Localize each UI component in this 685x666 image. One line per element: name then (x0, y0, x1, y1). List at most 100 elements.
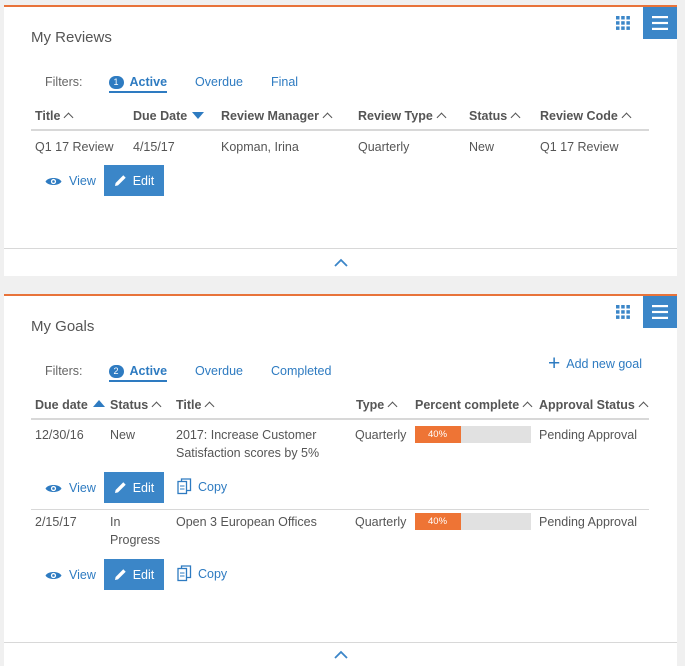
filter-overdue[interactable]: Overdue (195, 364, 243, 378)
progress-bar: 40% (415, 513, 531, 530)
goals-grid-button[interactable] (610, 297, 636, 327)
filters-label: Filters: (45, 364, 83, 378)
sort-asc-icon (151, 401, 162, 412)
row-divider (31, 509, 649, 510)
active-count-badge: 1 (108, 75, 124, 89)
goal-status: New (110, 428, 136, 442)
reviews-menu-button[interactable] (643, 7, 677, 39)
goals-panel: My Goals Filters: 2 Active Overdue Compl… (4, 294, 677, 666)
review-manager: Kopman, Irina (221, 140, 299, 154)
filter-active[interactable]: 1 Active (108, 75, 168, 93)
review-due-date: 4/15/17 (133, 140, 175, 154)
review-type: Quarterly (358, 140, 410, 154)
goal-type: Quarterly (355, 515, 407, 529)
menu-icon (652, 305, 668, 319)
reviews-grid-button[interactable] (610, 8, 636, 38)
col-review-code-label: Review Code (540, 109, 618, 123)
filters-label: Filters: (45, 75, 83, 89)
filter-active-label: Active (129, 75, 168, 89)
col-percent-complete[interactable]: Percent complete (415, 398, 533, 412)
pencil-icon (114, 569, 126, 580)
view-button[interactable]: View (45, 481, 96, 495)
sort-asc-icon (64, 112, 74, 123)
col-percent-complete-label: Percent complete (415, 398, 520, 412)
col-review-type-label: Review Type (358, 109, 433, 123)
edit-button[interactable]: Edit (104, 165, 164, 196)
eye-icon (45, 177, 62, 185)
edit-label: Edit (132, 480, 155, 495)
col-due-date[interactable]: Due date (35, 398, 105, 412)
grid-icon (616, 16, 630, 30)
sort-asc-icon (322, 112, 333, 123)
filter-overdue[interactable]: Overdue (195, 75, 243, 89)
goal-approval-status: Pending Approval (539, 428, 637, 442)
progress-bar: 40% (415, 426, 531, 443)
col-review-type[interactable]: Review Type (358, 109, 447, 123)
copy-icon (177, 565, 192, 582)
goals-panel-controls (610, 296, 677, 328)
col-status[interactable]: Status (469, 109, 521, 123)
plus-icon: + (547, 352, 561, 375)
col-title[interactable]: Title (35, 109, 74, 123)
goal-approval-status: Pending Approval (539, 515, 637, 529)
edit-label: Edit (132, 173, 155, 188)
goals-filters: Filters: 2 Active Overdue Completed (45, 360, 359, 382)
goal-title: 2017: Increase Customer Satisfaction sco… (176, 428, 320, 460)
copy-button[interactable]: Copy (177, 565, 227, 582)
edit-button[interactable]: Edit (104, 559, 164, 590)
add-new-goal-label: Add new goal (566, 357, 642, 371)
sort-asc-icon (638, 401, 649, 412)
col-review-manager[interactable]: Review Manager (221, 109, 333, 123)
col-title-label: Title (176, 398, 202, 412)
filter-active[interactable]: 2 Active (108, 364, 168, 382)
filter-completed[interactable]: Completed (271, 364, 331, 378)
review-code: Q1 17 Review (540, 140, 619, 154)
edit-label: Edit (132, 567, 155, 582)
goals-menu-button[interactable] (643, 296, 677, 328)
chevron-up-icon[interactable] (333, 257, 349, 269)
review-status: New (469, 140, 495, 154)
sort-asc-icon (621, 112, 632, 123)
col-review-code[interactable]: Review Code (540, 109, 632, 123)
progress-label: 40% (428, 429, 448, 440)
col-status[interactable]: Status (110, 398, 162, 412)
sort-asc-icon (205, 401, 215, 412)
col-approval-status[interactable]: Approval Status (539, 398, 649, 412)
pencil-icon (114, 175, 126, 186)
sort-asc-icon (387, 401, 398, 412)
col-type-label: Type (356, 398, 385, 412)
copy-button[interactable]: Copy (177, 478, 227, 495)
col-type[interactable]: Type (356, 398, 398, 412)
menu-icon (652, 16, 668, 30)
view-button[interactable]: View (45, 174, 96, 188)
col-due-date-label: Due date (35, 398, 88, 412)
active-count-badge: 2 (108, 364, 124, 378)
filter-final[interactable]: Final (271, 75, 298, 89)
progress-label: 40% (428, 516, 448, 527)
col-due-date[interactable]: Due Date (133, 109, 205, 123)
copy-label: Copy (198, 479, 228, 494)
reviews-panel-title: My Reviews (31, 29, 112, 46)
sort-asc-icon (436, 112, 447, 123)
add-new-goal-button[interactable]: + Add new goal (547, 352, 642, 375)
edit-button[interactable]: Edit (104, 472, 164, 503)
col-status-label: Status (110, 398, 149, 412)
col-due-date-label: Due Date (133, 109, 188, 123)
chevron-up-icon[interactable] (333, 649, 349, 661)
view-button[interactable]: View (45, 568, 96, 582)
col-title[interactable]: Title (176, 398, 215, 412)
grid-icon (616, 305, 630, 319)
sort-asc-icon (522, 401, 533, 412)
col-status-label: Status (469, 109, 508, 123)
sort-asc-active-icon (92, 400, 105, 407)
sort-desc-active-icon (192, 112, 205, 119)
copy-label: Copy (198, 566, 228, 581)
sort-asc-icon (510, 112, 521, 123)
eye-icon (45, 571, 62, 579)
goal-title: Open 3 European Offices (176, 515, 317, 529)
reviews-panel: My Reviews Filters: 1 Active Overdue Fin… (4, 5, 677, 276)
reviews-footer-divider (4, 248, 677, 249)
reviews-table-header: Title Due Date Review Manager Review Typ… (31, 105, 649, 131)
col-review-manager-label: Review Manager (221, 109, 319, 123)
goals-table-header: Due date Status Title Type Percent compl… (31, 394, 649, 420)
